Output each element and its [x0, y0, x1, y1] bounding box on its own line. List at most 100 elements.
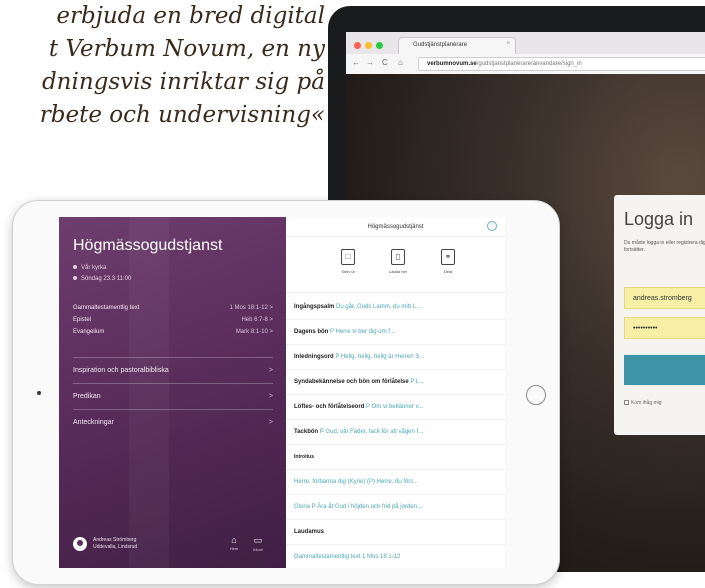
liturgy-heading: Tackbön [294, 429, 319, 435]
liturgy-item[interactable]: Gloria P Ära åt Gud i höjden och frid på… [286, 495, 505, 520]
inbox-icon: ▭ [253, 535, 263, 545]
login-title: Logga in [624, 209, 694, 229]
user-org: Uddevalla, Lindsrud [93, 544, 138, 550]
promo-image: erbjuda en bred digital t Verbum Novum, … [0, 0, 705, 588]
liturgy-text: P Om vi bekänner v... [366, 404, 424, 410]
quote-line: dningsvis inriktar sig på [41, 69, 325, 95]
chevron-right-icon: > [268, 419, 273, 426]
login-panel: Logga in Du måste logga in eller registr… [614, 195, 705, 435]
home-nav-label: Hem [229, 546, 239, 551]
liturgy-text: P Gud, vår Fader, tack för att vågen f..… [319, 429, 424, 435]
menu-label: Anteckningar [73, 419, 114, 426]
liturgy-text: Du går, Guds Lamm, du mitt L... [336, 304, 422, 310]
liturgy-item[interactable]: Herre, förbarma dig (Kyrie) (P) Herre, d… [286, 470, 505, 495]
liturgy-heading: Dagens bön [294, 329, 329, 335]
service-location: Vår kyrka [73, 265, 106, 271]
address-bar[interactable]: verbumnovum.se/gudstjanstplanerare/anvan… [418, 57, 705, 71]
location-icon [73, 265, 77, 269]
reading-item[interactable]: Evangelium Mark 8:1-10 > [73, 329, 273, 341]
home-icon: ⌂ [231, 535, 237, 545]
tab-title: Gudstjänstplanerare [413, 42, 468, 48]
password-field[interactable]: •••••••••• [624, 317, 705, 339]
service-detail: Högmässogudstjänst ♡ □ Skriv ut ▯ Ladda ne… [286, 217, 505, 568]
share-button[interactable]: ⚭ Dela [428, 249, 468, 274]
avatar[interactable] [73, 537, 87, 551]
liturgy-heading: Ingångspsalm [294, 304, 335, 310]
close-tab-icon[interactable]: × [506, 41, 510, 47]
login-button[interactable] [624, 355, 705, 385]
liturgy-heading: Introitus [294, 454, 314, 460]
login-message: Du måste logga in eller registrera dig i… [624, 240, 705, 253]
liturgy-heading: Löftes- och förlåtelseord [294, 404, 365, 410]
liturgy-item[interactable]: Dagens bön P Herre vi ber dig om f... [286, 320, 505, 345]
liturgy-text: Gloria P Ära åt Gud i höjden och frid på… [294, 504, 422, 510]
email-field[interactable]: andreas.stromberg [624, 287, 705, 309]
reading-item[interactable]: Gammaltestamentlig text 1 Mos 18:1-12 > [73, 305, 273, 317]
home-icon[interactable]: ⌂ [398, 58, 403, 67]
user-info: Andreas Strömberg Uddevalla, Lindsrud [93, 537, 137, 551]
menu-label: Inspiration och pastoralbibliska [73, 367, 169, 374]
liturgy-item[interactable]: Introitus [286, 445, 505, 470]
liturgy-item[interactable]: Syndabekännelse och bön om förlåtelse P … [286, 370, 505, 395]
user-name: Andreas Strömberg [93, 537, 137, 543]
remember-me[interactable]: Kom ihåg mig [624, 400, 662, 406]
print-button[interactable]: □ Skriv ut [328, 249, 368, 274]
back-icon[interactable]: ← [352, 58, 360, 67]
remember-label: Kom ihåg mig [631, 400, 662, 406]
close-window-icon[interactable] [354, 42, 361, 49]
address-row: ← → C ⌂ verbumnovum.se/gudstjanstplanera… [346, 54, 705, 74]
remember-checkbox[interactable] [624, 400, 629, 405]
favorite-icon[interactable]: ♡ [487, 221, 497, 231]
quote-line: erbjuda en bred digital [56, 3, 325, 29]
liturgy-heading: Syndabekännelse och bön om förlåtelse [294, 379, 409, 385]
tablet-screen: Högmässogudstjanst Vår kyrka Söndag 23.3… [59, 217, 505, 568]
location-text: Vår kyrka [81, 265, 107, 271]
camera-icon [37, 391, 41, 395]
reading-item[interactable]: Epistel Heb 6:7-8 > [73, 317, 273, 329]
inbox-nav-label: Inbox [253, 547, 263, 552]
reload-icon[interactable]: C [382, 58, 388, 67]
quote-line: rbete och undervisning« [39, 102, 325, 128]
tablet: Högmässogudstjanst Vår kyrka Söndag 23.3… [12, 200, 560, 585]
share-icon: ⚭ [441, 249, 455, 265]
liturgy-heading: Inledningsord [294, 354, 334, 360]
liturgy-item[interactable]: Gammaltestamentlig text 1 Mos 18:1-12 [286, 545, 505, 568]
download-icon: ▯ [391, 249, 405, 265]
minimize-window-icon[interactable] [365, 42, 372, 49]
sidebar-item-predikan[interactable]: Predikan > [73, 393, 273, 400]
reading-label: Gammaltestamentlig text [73, 305, 140, 311]
browser-tab[interactable]: Gudstjänstplanerare × [398, 37, 516, 54]
liturgy-item[interactable]: Löftes- och förlåtelseord P Om vi bekänn… [286, 395, 505, 420]
liturgy-heading: Laudamus [294, 529, 325, 535]
liturgy-text: P L... [410, 379, 425, 385]
reading-label: Evangelium [73, 329, 105, 335]
chevron-right-icon: > [268, 393, 273, 400]
tool-label: Ladda ner [388, 269, 407, 274]
detail-title: Högmässogudstjänst [367, 224, 424, 230]
forward-icon[interactable]: → [366, 58, 374, 67]
divider [73, 383, 273, 384]
liturgy-item[interactable]: Laudamus [286, 520, 505, 545]
quote-line: t Verbum Novum, en ny [48, 36, 325, 62]
download-button[interactable]: ▯ Ladda ner [378, 249, 418, 274]
home-button[interactable] [526, 385, 546, 405]
print-icon: □ [341, 249, 355, 265]
liturgy-item[interactable]: Ingångspsalm Du går, Guds Lamm, du mitt … [286, 295, 505, 320]
inbox-nav-button[interactable]: ▭ Inbox [249, 535, 267, 552]
tool-label: Dela [443, 269, 453, 274]
url-path: /gudstjanstplanerare/anvandare/sign_in [476, 61, 582, 67]
liturgy-text: Gammaltestamentlig text 1 Mos 18:1-12 [294, 554, 401, 560]
maximize-window-icon[interactable] [376, 42, 383, 49]
readings-list: Gammaltestamentlig text 1 Mos 18:1-12 > E… [73, 305, 273, 341]
reading-ref: Mark 8:1-10 > [235, 329, 273, 335]
home-nav-button[interactable]: ⌂ Hem [225, 535, 243, 551]
url-host: verbumnovum.se [427, 61, 477, 67]
reading-label: Epistel [73, 317, 92, 323]
liturgy-text: Herre, förbarma dig (Kyrie) (P) Herre, d… [294, 479, 419, 485]
browser-chrome: Gudstjänstplanerare × ← → C ⌂ verbumnovu… [346, 32, 705, 74]
sidebar-item-anteckningar[interactable]: Anteckningar > [73, 419, 273, 426]
sidebar-item-inspiration[interactable]: Inspiration och pastoralbibliska > [73, 367, 273, 374]
liturgy-item[interactable]: Tackbön P Gud, vår Fader, tack för att v… [286, 420, 505, 445]
liturgy-item[interactable]: Inledningsord P Helig, helig, helig är H… [286, 345, 505, 370]
clock-icon [73, 276, 77, 280]
